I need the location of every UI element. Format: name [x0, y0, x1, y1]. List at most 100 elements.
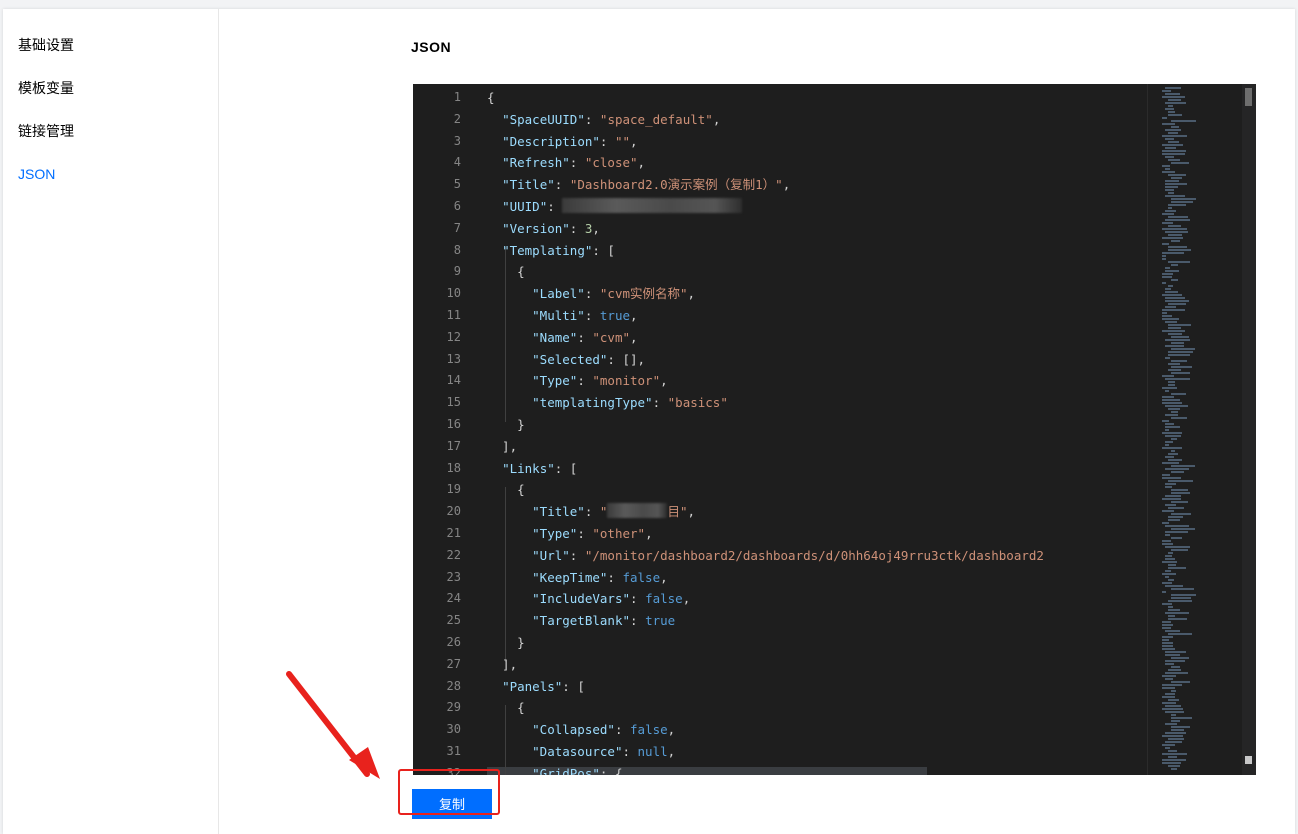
- minimap-line: [1165, 723, 1177, 725]
- minimap-line: [1162, 237, 1183, 239]
- minimap-line: [1162, 639, 1169, 641]
- code-token: "Description": [502, 133, 600, 149]
- code-token: "Title": [532, 504, 585, 520]
- minimap-line: [1168, 351, 1193, 353]
- minimap-line: [1165, 345, 1184, 347]
- code-token: :: [607, 569, 623, 585]
- json-code-editor[interactable]: 1 2 3 4 5 6 7 8 9 10 11 12 13 14 15 16 17 18 19 20 21 22 23 24 2…: [413, 84, 1256, 775]
- minimap-line: [1168, 606, 1173, 608]
- code-token: :: [569, 155, 585, 171]
- code-token: "Panels": [502, 678, 563, 694]
- sidebar-item-json[interactable]: JSON: [18, 165, 55, 183]
- minimap-line: [1171, 360, 1187, 362]
- sidebar-item-template-variables[interactable]: 模板变量: [18, 79, 74, 97]
- line-number: 18: [446, 460, 461, 475]
- code-token: :: [554, 177, 570, 193]
- minimap-line: [1165, 732, 1186, 734]
- line-number: 1: [453, 90, 461, 104]
- minimap-line: [1162, 759, 1186, 761]
- scrollbar-thumb[interactable]: [1245, 88, 1252, 106]
- minimap-line: [1162, 642, 1173, 644]
- minimap-line: [1165, 546, 1190, 548]
- code-token: false: [645, 591, 683, 607]
- minimap-line: [1165, 654, 1180, 656]
- code-line: "Title": "Dashboard2.0演示案例（复制1）",: [487, 174, 790, 196]
- dashboard-settings-card: 基础设置 模板变量 链接管理 JSON JSON 1 2 3 4 5 6 7 8 9 10 11 12…: [3, 9, 1295, 834]
- minimap-line: [1162, 96, 1185, 98]
- minimap-line: [1171, 471, 1184, 473]
- minimap-line: [1162, 696, 1175, 698]
- editor-vertical-scrollbar[interactable]: [1242, 84, 1256, 775]
- minimap-line: [1165, 231, 1188, 233]
- minimap-line: [1168, 408, 1180, 410]
- line-number: 4: [453, 155, 461, 170]
- code-token: :: [584, 308, 600, 323]
- code-line: "Type": "other",: [487, 523, 652, 545]
- minimap-line: [1162, 573, 1176, 575]
- minimap-line: [1165, 267, 1170, 269]
- json-code-content[interactable]: { "SpaceUUID": "space_default", "Descrip…: [487, 84, 1143, 775]
- code-token: ],: [487, 656, 518, 672]
- code-line: "Links": [: [487, 458, 577, 480]
- minimap-line: [1171, 264, 1178, 266]
- minimap-line: [1165, 210, 1176, 212]
- minimap-line: [1165, 555, 1172, 557]
- redacted-text: [607, 503, 668, 519]
- minimap-line: [1162, 474, 1170, 476]
- minimap-line: [1171, 513, 1191, 515]
- code-token: :: [577, 526, 593, 541]
- code-token: :: [577, 373, 593, 389]
- code-token: ,: [687, 286, 696, 302]
- line-number: 29: [446, 700, 461, 715]
- minimap-line: [1165, 87, 1181, 89]
- minimap-line: [1168, 480, 1193, 482]
- minimap-line: [1162, 543, 1173, 545]
- line-number: 11: [446, 308, 461, 322]
- minimap-line: [1168, 615, 1175, 617]
- minimap-line: [1162, 171, 1175, 173]
- minimap-line: [1165, 291, 1178, 293]
- minimap-line: [1165, 576, 1169, 578]
- minimap-line: [1165, 426, 1180, 428]
- code-token: :: [622, 744, 638, 759]
- minimap-line: [1162, 375, 1174, 377]
- minimap-line: [1171, 465, 1195, 467]
- minimap-line: [1165, 651, 1186, 653]
- minimap-line: [1162, 90, 1171, 92]
- minimap-line: [1162, 645, 1173, 647]
- code-token: :: [547, 199, 563, 214]
- minimap-line: [1168, 261, 1190, 263]
- line-number-gutter: 1 2 3 4 5 6 7 8 9 10 11 12 13 14 15 16 17 18 19 20 21 22 23 24 2…: [413, 84, 483, 775]
- minimap-line: [1162, 708, 1183, 710]
- settings-sidebar: 基础设置 模板变量 链接管理 JSON: [3, 9, 219, 834]
- line-number: 27: [446, 656, 461, 671]
- minimap-line: [1162, 684, 1182, 686]
- redacted-text: [562, 198, 743, 213]
- sidebar-item-link-management[interactable]: 链接管理: [18, 122, 74, 140]
- code-minimap[interactable]: [1158, 84, 1238, 775]
- minimap-line: [1165, 270, 1179, 272]
- minimap-line: [1171, 492, 1190, 494]
- sidebar-item-basic-settings[interactable]: 基础设置: [18, 36, 74, 54]
- minimap-line: [1165, 663, 1174, 665]
- code-token: "TargetBlank": [532, 613, 630, 629]
- code-token: {: [487, 90, 495, 105]
- code-token: null: [637, 744, 668, 759]
- code-token: "cvm实例名称": [599, 286, 688, 302]
- minimap-line: [1165, 504, 1176, 506]
- code-token: "Links": [502, 460, 555, 476]
- minimap-line: [1171, 177, 1182, 179]
- minimap-line: [1171, 393, 1186, 395]
- line-number: 21: [446, 526, 461, 540]
- minimap-line: [1171, 240, 1180, 242]
- minimap-line: [1171, 528, 1195, 530]
- code-token: "Dashboard2.0演示案例（复制1）": [569, 177, 783, 193]
- line-number: 6: [453, 199, 461, 213]
- minimap-line: [1171, 537, 1182, 539]
- minimap-line: [1162, 462, 1179, 464]
- code-token: "/monitor/dashboard2/dashboards/d/0hh64o…: [584, 547, 1044, 563]
